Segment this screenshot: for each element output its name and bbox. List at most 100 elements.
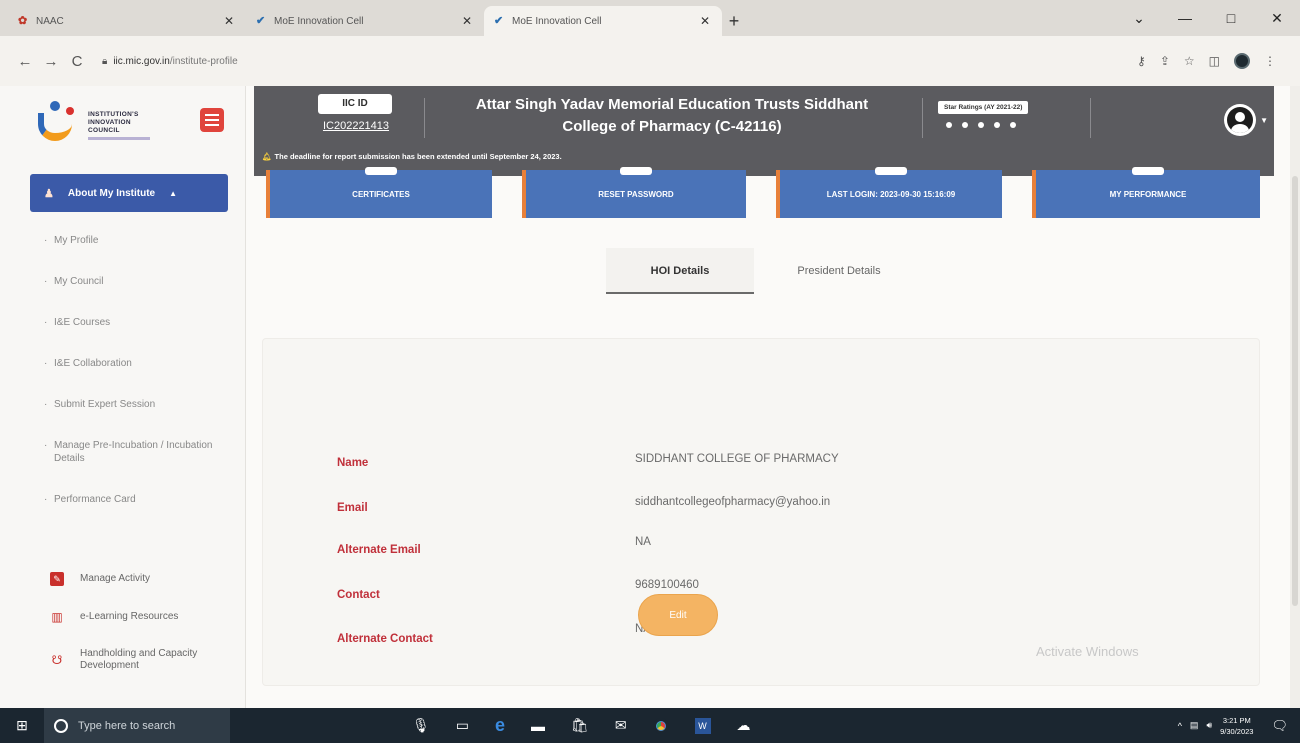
kebab-menu-icon[interactable]: ⋮: [1264, 54, 1276, 68]
logo-text: INSTITUTION'S INNOVATION COUNCIL: [88, 111, 150, 140]
reset-password-button[interactable]: RESET PASSWORD: [522, 167, 746, 218]
naac-favicon-icon: ✿: [18, 15, 28, 27]
system-tray: ^ ▤ 🔊︎ 3:21 PM 9/30/2023 🗨︎: [1178, 708, 1288, 743]
tab-president-details[interactable]: President Details: [774, 248, 904, 294]
key-icon[interactable]: ⚷: [1137, 54, 1146, 68]
sidebar: INSTITUTION'S INNOVATION COUNCIL ♟ About…: [0, 86, 246, 708]
tab-search-icon[interactable]: ⌄: [1116, 10, 1162, 27]
chevron-down-icon[interactable]: ▼: [1260, 116, 1268, 125]
mail-icon[interactable]: ✉: [615, 717, 627, 734]
my-performance-button[interactable]: MY PERFORMANCE: [1032, 167, 1260, 218]
handshake-icon: ☋: [51, 653, 63, 667]
about-my-institute-button[interactable]: ♟ About My Institute ▲: [30, 174, 228, 212]
close-tab-icon[interactable]: ✕: [460, 14, 474, 28]
windows-taskbar: ⊞ Type here to search 🎙︎ ▭ e ▬ 🛍︎ ✉ W ☁ …: [0, 708, 1300, 743]
taskbar-clock[interactable]: 3:21 PM 9/30/2023: [1220, 715, 1253, 737]
sidebar-item-manage-incubation[interactable]: · Manage Pre-Incubation / Incubation Deta…: [44, 439, 224, 465]
detail-key: Alternate Contact: [337, 633, 433, 645]
detail-key: Name: [337, 457, 369, 469]
detail-value: SIDDHANT COLLEGE OF PHARMACY: [635, 453, 839, 465]
sidebar-item-manage-activity[interactable]: ✎ Manage Activity: [50, 572, 230, 586]
close-window-icon[interactable]: ✕: [1254, 10, 1300, 27]
star-dot-icon: [962, 122, 968, 128]
url-host: iic.mic.gov.in: [113, 55, 170, 67]
forward-arrow-icon[interactable]: →: [38, 53, 64, 70]
star-ratings-label: Star Ratings (AY 2021-22): [938, 101, 1029, 114]
store-icon[interactable]: 🛍︎: [571, 717, 589, 734]
tray-chevron-icon[interactable]: ^: [1178, 721, 1182, 731]
share-icon[interactable]: ⇪: [1160, 54, 1170, 68]
cloud-app-icon[interactable]: ☁: [737, 717, 751, 734]
close-tab-icon[interactable]: ✕: [698, 14, 712, 28]
sidebar-item-ie-courses[interactable]: · I&E Courses: [44, 316, 224, 329]
user-icon: ♟: [44, 187, 54, 200]
word-icon[interactable]: W: [694, 717, 711, 734]
bookmark-star-icon[interactable]: ☆: [1184, 54, 1195, 68]
minimize-icon[interactable]: —: [1162, 10, 1208, 26]
institute-title: Attar Singh Yadav Memorial Education Tru…: [475, 96, 869, 135]
page: INSTITUTION'S INNOVATION COUNCIL ♟ About…: [0, 86, 1290, 708]
tab-hoi-details[interactable]: HOI Details: [606, 248, 754, 294]
maximize-icon[interactable]: □: [1208, 10, 1254, 26]
activate-windows-watermark: Activate Windows: [1036, 644, 1139, 659]
tab-title: NAAC: [36, 15, 64, 27]
sidebar-item-ie-collaboration[interactable]: · I&E Collaboration: [44, 357, 224, 370]
caret-up-icon: ▲: [169, 188, 178, 198]
toolbar-icons: ⚷ ⇪ ☆ ◫ ⋮: [1137, 53, 1276, 69]
browser-tab-moe-1[interactable]: ✔ MoE Innovation Cell ✕: [246, 6, 484, 36]
side-panel-icon[interactable]: ◫: [1209, 54, 1220, 68]
reload-icon[interactable]: C: [64, 53, 90, 70]
hamburger-menu-icon[interactable]: [200, 108, 224, 132]
taskbar-search-box[interactable]: Type here to search: [44, 708, 230, 743]
url-path: /institute-profile: [169, 55, 238, 67]
sidebar-item-my-profile[interactable]: · My Profile: [44, 234, 224, 247]
iic-id-value[interactable]: IC202221413: [302, 120, 410, 132]
sidebar-item-submit-expert-session[interactable]: · Submit Expert Session: [44, 398, 224, 411]
url-bar[interactable]: 🔒︎ iic.mic.gov.in/institute-profile: [102, 49, 1137, 73]
detail-value: 9689100460: [635, 579, 699, 591]
notifications-icon[interactable]: 🗨︎: [1271, 718, 1288, 734]
search-placeholder: Type here to search: [78, 719, 176, 732]
star-dot-icon: [1010, 122, 1016, 128]
taskbar-apps: 🎙︎ ▭ e ▬ 🛍︎ ✉ W ☁: [412, 715, 751, 736]
certificates-button[interactable]: CERTIFICATES: [266, 167, 492, 218]
detail-key: Email: [337, 502, 368, 514]
edit-button[interactable]: Edit: [638, 594, 718, 636]
iic-id-label: IIC ID: [318, 94, 392, 114]
detail-value: NA: [635, 536, 651, 548]
back-arrow-icon[interactable]: ←: [12, 53, 38, 70]
sidebar-item-handholding[interactable]: ☋ Handholding and Capacity Development: [50, 648, 230, 672]
task-view-icon[interactable]: ▭: [456, 717, 469, 734]
star-dot-icon: [946, 122, 952, 128]
edge-browser-icon[interactable]: e: [495, 715, 505, 736]
star-ratings: Star Ratings (AY 2021-22): [938, 96, 1078, 128]
sidebar-item-my-council[interactable]: · My Council: [44, 275, 224, 288]
new-tab-button[interactable]: +: [722, 6, 746, 36]
hoi-details-panel: Name SIDDHANT COLLEGE OF PHARMACY Email …: [262, 338, 1260, 686]
page-scrollbar[interactable]: [1290, 86, 1300, 708]
iic-id-block: IIC ID IC202221413: [302, 94, 410, 144]
scrollbar-thumb[interactable]: [1292, 176, 1298, 606]
browser-tab-naac[interactable]: ✿ NAAC ✕: [8, 6, 246, 36]
deadline-notice: 🔔︎ The deadline for report submission has…: [262, 152, 562, 161]
star-dot-icon: [978, 122, 984, 128]
search-circle-icon: [54, 718, 68, 733]
close-tab-icon[interactable]: ✕: [222, 14, 236, 28]
browser-tab-moe-2[interactable]: ✔ MoE Innovation Cell ✕: [484, 6, 722, 36]
sidebar-item-performance-card[interactable]: · Performance Card: [44, 493, 224, 506]
windows-start-icon[interactable]: ⊞: [0, 717, 44, 734]
chrome-icon[interactable]: [652, 717, 669, 734]
iic-logo[interactable]: INSTITUTION'S INNOVATION COUNCIL: [34, 96, 184, 154]
user-avatar-icon[interactable]: [1224, 104, 1256, 136]
volume-icon[interactable]: 🔊︎: [1206, 720, 1212, 731]
profile-icon[interactable]: [1234, 53, 1250, 69]
books-icon: ▥: [51, 610, 63, 624]
window-controls: ⌄ — □ ✕: [1116, 0, 1300, 36]
file-explorer-icon[interactable]: ▬: [531, 718, 545, 734]
network-icon[interactable]: ▤: [1190, 720, 1199, 731]
about-label: About My Institute: [67, 187, 156, 199]
microphone-icon[interactable]: 🎙︎: [412, 717, 430, 734]
institute-header: IIC ID IC202221413 Attar Singh Yadav Mem…: [254, 86, 1274, 176]
sidebar-item-elearning[interactable]: ▥ e-Learning Resources: [50, 610, 230, 624]
bell-icon: 🔔︎: [262, 152, 272, 161]
